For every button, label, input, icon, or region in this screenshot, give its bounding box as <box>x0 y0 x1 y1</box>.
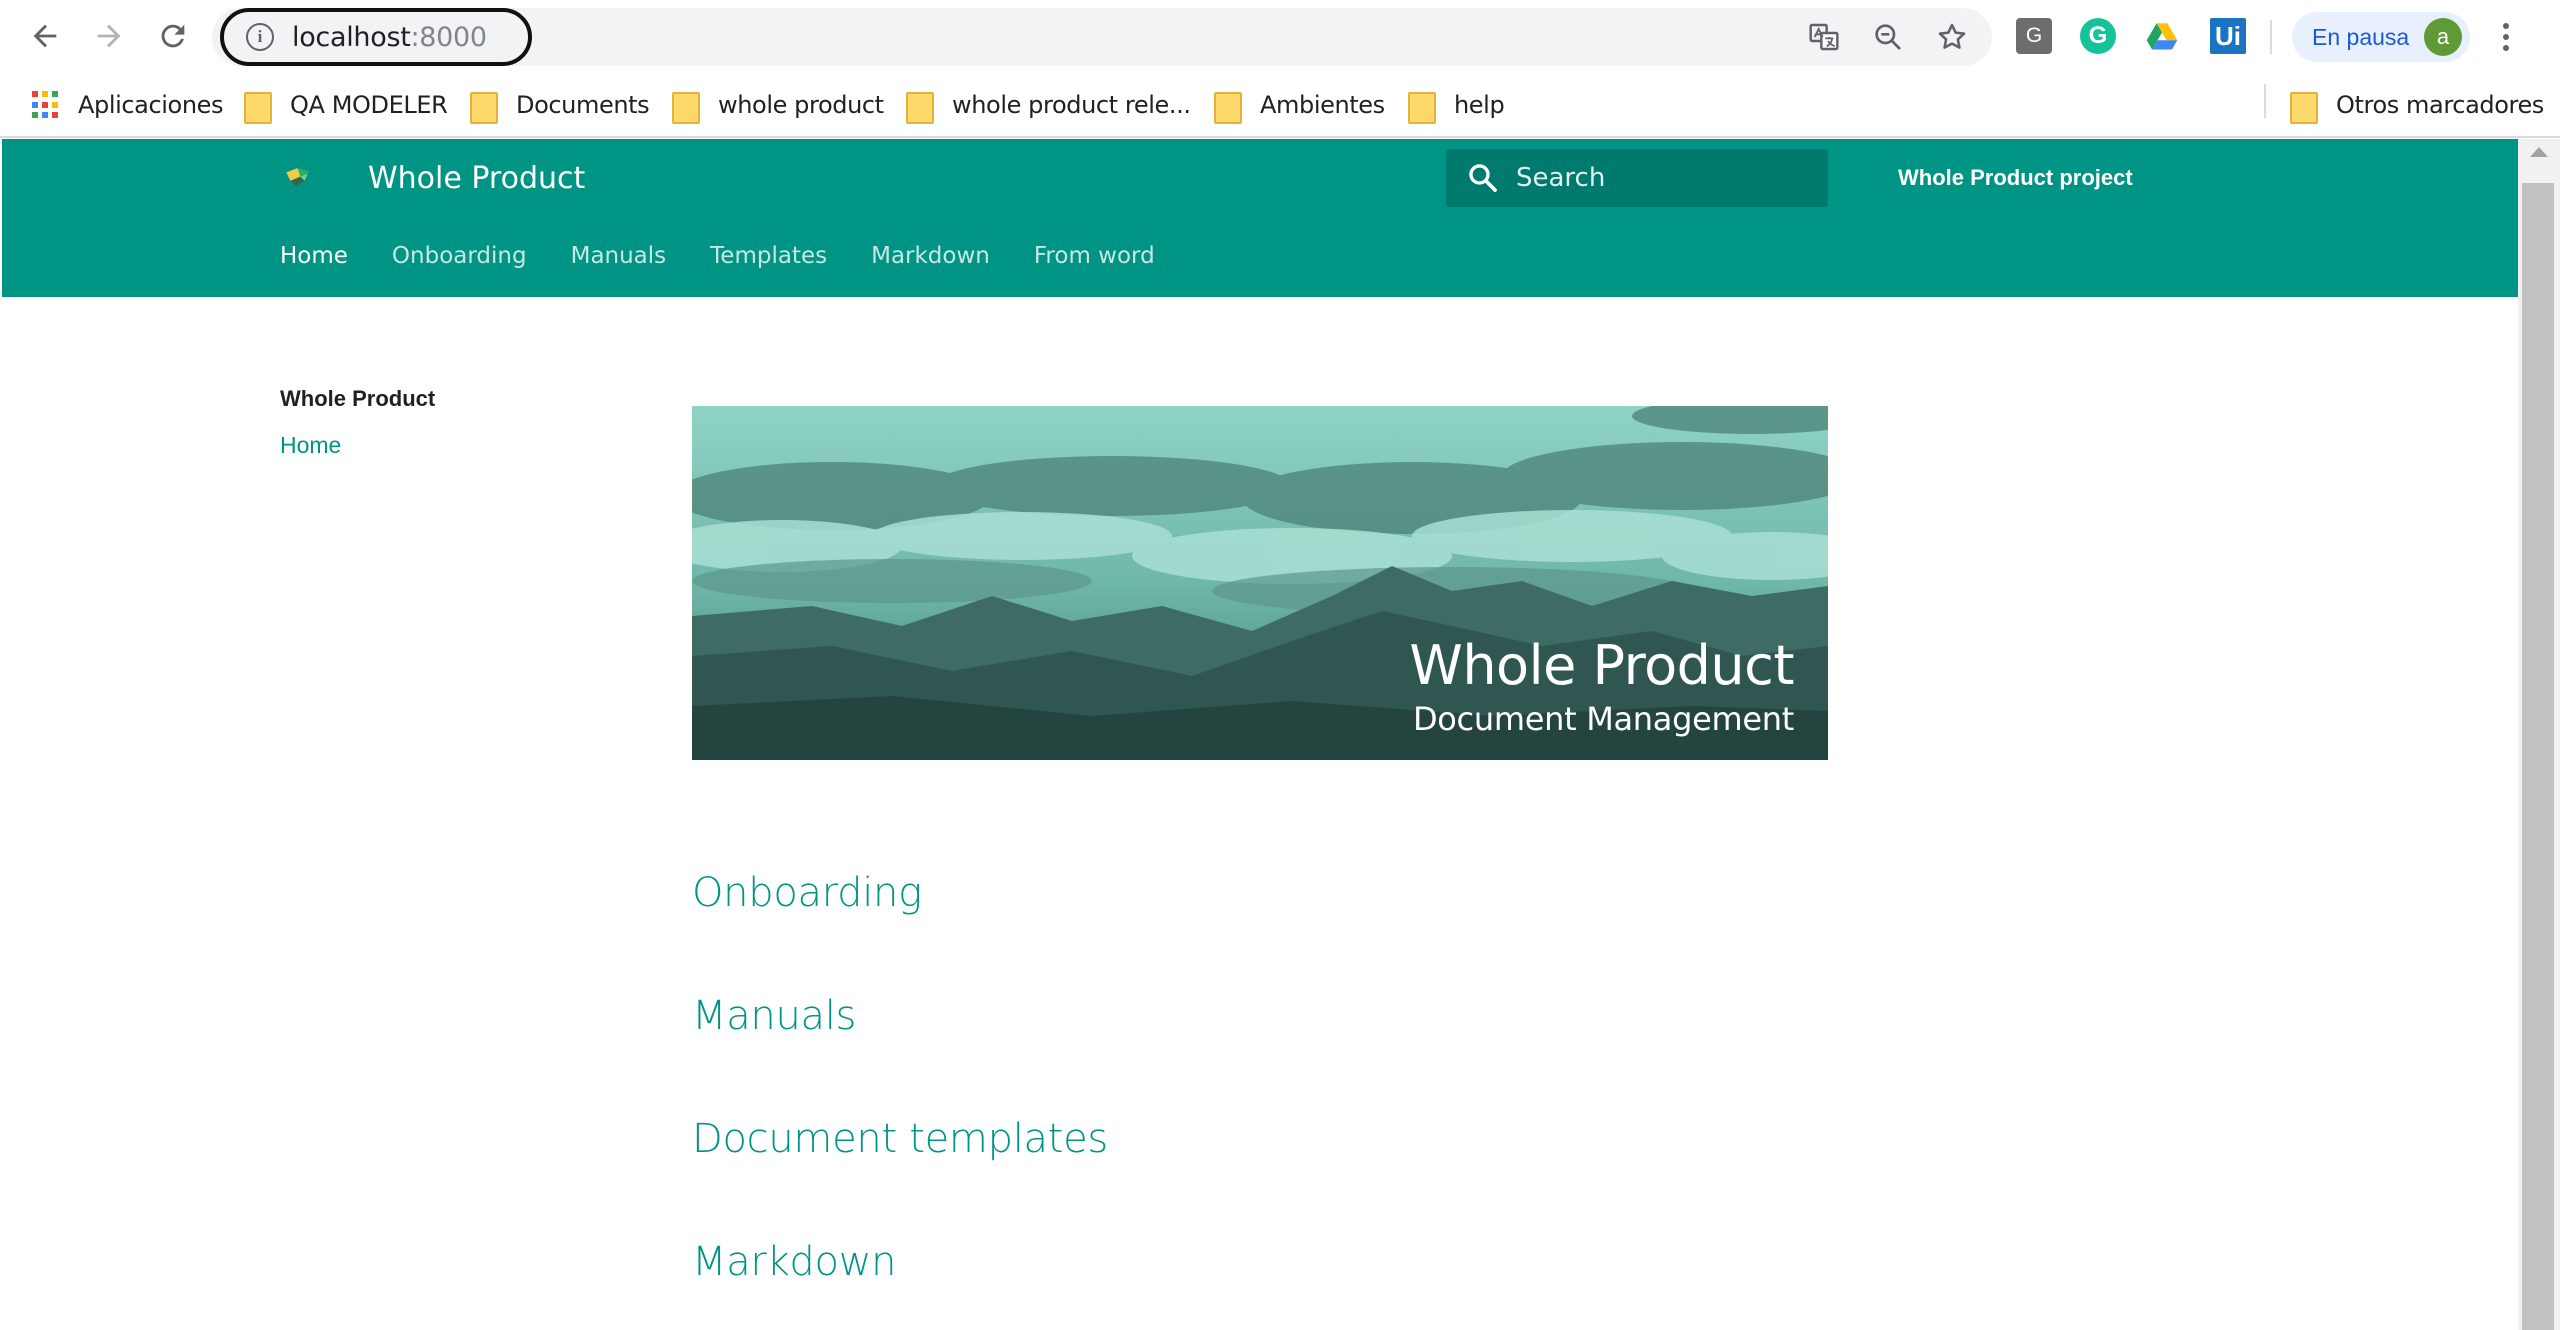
search-icon <box>1469 164 1497 192</box>
bookmark-folder-qa-modeler[interactable]: QA MODELER <box>244 84 448 126</box>
bookmark-label: Ambientes <box>1260 91 1385 119</box>
hero-banner: Whole Product Document Management <box>692 406 1828 760</box>
browser-menu-icon[interactable] <box>2494 20 2518 54</box>
section-markdown[interactable]: Markdown <box>692 1239 896 1285</box>
omnibox[interactable]: i localhost:8000 <box>212 8 1992 66</box>
tab-home[interactable]: Home <box>280 243 348 269</box>
scrollbar-thumb[interactable] <box>2522 183 2554 1330</box>
project-link[interactable]: Whole Product project <box>1898 165 2133 191</box>
profile-status: En pausa <box>2312 23 2410 50</box>
folder-icon <box>2290 90 2318 124</box>
section-manuals[interactable]: Manuals <box>692 993 856 1039</box>
url-field[interactable]: i localhost:8000 <box>220 8 532 66</box>
url-port: :8000 <box>410 21 488 53</box>
bookmark-folder-whole-product[interactable]: whole product <box>672 84 884 126</box>
tab-templates[interactable]: Templates <box>710 243 827 269</box>
sidebar-item-home[interactable]: Home <box>280 432 341 459</box>
extension-g-icon[interactable]: G <box>2016 18 2052 54</box>
folder-icon <box>672 90 700 124</box>
back-button[interactable] <box>22 13 68 59</box>
profile-button[interactable]: En pausa a <box>2292 12 2470 62</box>
bookmark-apps[interactable]: Aplicaciones <box>32 84 224 126</box>
folder-icon <box>906 90 934 124</box>
translate-icon[interactable] <box>1808 21 1840 53</box>
reload-button[interactable] <box>150 13 196 59</box>
bookmark-label: whole product <box>718 91 884 119</box>
avatar: a <box>2424 18 2462 56</box>
site-header: Whole Product Whole Product project Home… <box>2 139 2518 297</box>
apps-grid-icon <box>32 91 60 119</box>
bookmarks-bar: Aplicaciones QA MODELER Documents whole … <box>0 74 2560 138</box>
bookmark-label: Aplicaciones <box>78 91 224 119</box>
section-document-templates[interactable]: Document templates <box>692 1116 1108 1162</box>
folder-icon <box>1214 90 1242 124</box>
bookmark-label: whole product rele... <box>952 91 1191 119</box>
hero-subtitle: Document Management <box>1412 700 1794 738</box>
tab-onboarding[interactable]: Onboarding <box>392 243 527 269</box>
google-drive-icon[interactable] <box>2144 18 2180 54</box>
bookmark-folder-documents[interactable]: Documents <box>470 84 650 126</box>
folder-icon <box>244 90 272 124</box>
bookmark-folder-whole-product-rele[interactable]: whole product rele... <box>906 84 1191 126</box>
bookmark-folder-help[interactable]: help <box>1408 84 1505 126</box>
toolbar-divider <box>2270 20 2272 54</box>
folder-icon <box>470 90 498 124</box>
zoom-out-icon[interactable] <box>1872 21 1904 53</box>
bookmark-label: Otros marcadores <box>2336 91 2544 119</box>
site-logo-icon[interactable] <box>282 161 316 195</box>
uipath-icon[interactable]: Ui <box>2210 18 2246 54</box>
grammarly-icon[interactable]: G <box>2080 18 2116 54</box>
site-title[interactable]: Whole Product <box>368 161 585 196</box>
info-icon[interactable]: i <box>246 23 274 51</box>
tab-from-word[interactable]: From word <box>1034 243 1155 269</box>
folder-icon <box>1408 90 1436 124</box>
bookmark-folder-other[interactable]: Otros marcadores <box>2290 84 2544 126</box>
arrow-left-icon <box>33 24 57 48</box>
browser-toolbar: i localhost:8000 G G Ui En pausa a <box>0 0 2560 74</box>
search-input[interactable] <box>1516 163 1816 193</box>
url-text: localhost:8000 <box>292 22 487 53</box>
bookmark-label: QA MODELER <box>290 91 448 119</box>
tab-manuals[interactable]: Manuals <box>571 243 667 269</box>
reload-icon <box>161 24 185 48</box>
bookmark-label: Documents <box>516 91 650 119</box>
nav-tabs: Home Onboarding Manuals Templates Markdo… <box>280 243 1199 269</box>
scroll-up-arrow-icon[interactable] <box>2530 147 2548 157</box>
bookmark-label: help <box>1454 91 1505 119</box>
search-box[interactable] <box>1446 149 1828 207</box>
section-onboarding[interactable]: Onboarding <box>692 870 922 916</box>
url-host: localhost <box>292 21 411 53</box>
tab-markdown[interactable]: Markdown <box>871 243 990 269</box>
bookmark-folder-ambientes[interactable]: Ambientes <box>1214 84 1385 126</box>
bookmark-star-icon[interactable] <box>1936 21 1968 53</box>
page-scrollbar[interactable] <box>2518 139 2560 1330</box>
sidebar-title: Whole Product <box>280 386 436 411</box>
hero-title: Whole Product <box>1409 634 1794 697</box>
forward-button[interactable] <box>86 13 132 59</box>
bookmarks-divider <box>2264 84 2266 118</box>
arrow-right-icon <box>97 24 121 48</box>
